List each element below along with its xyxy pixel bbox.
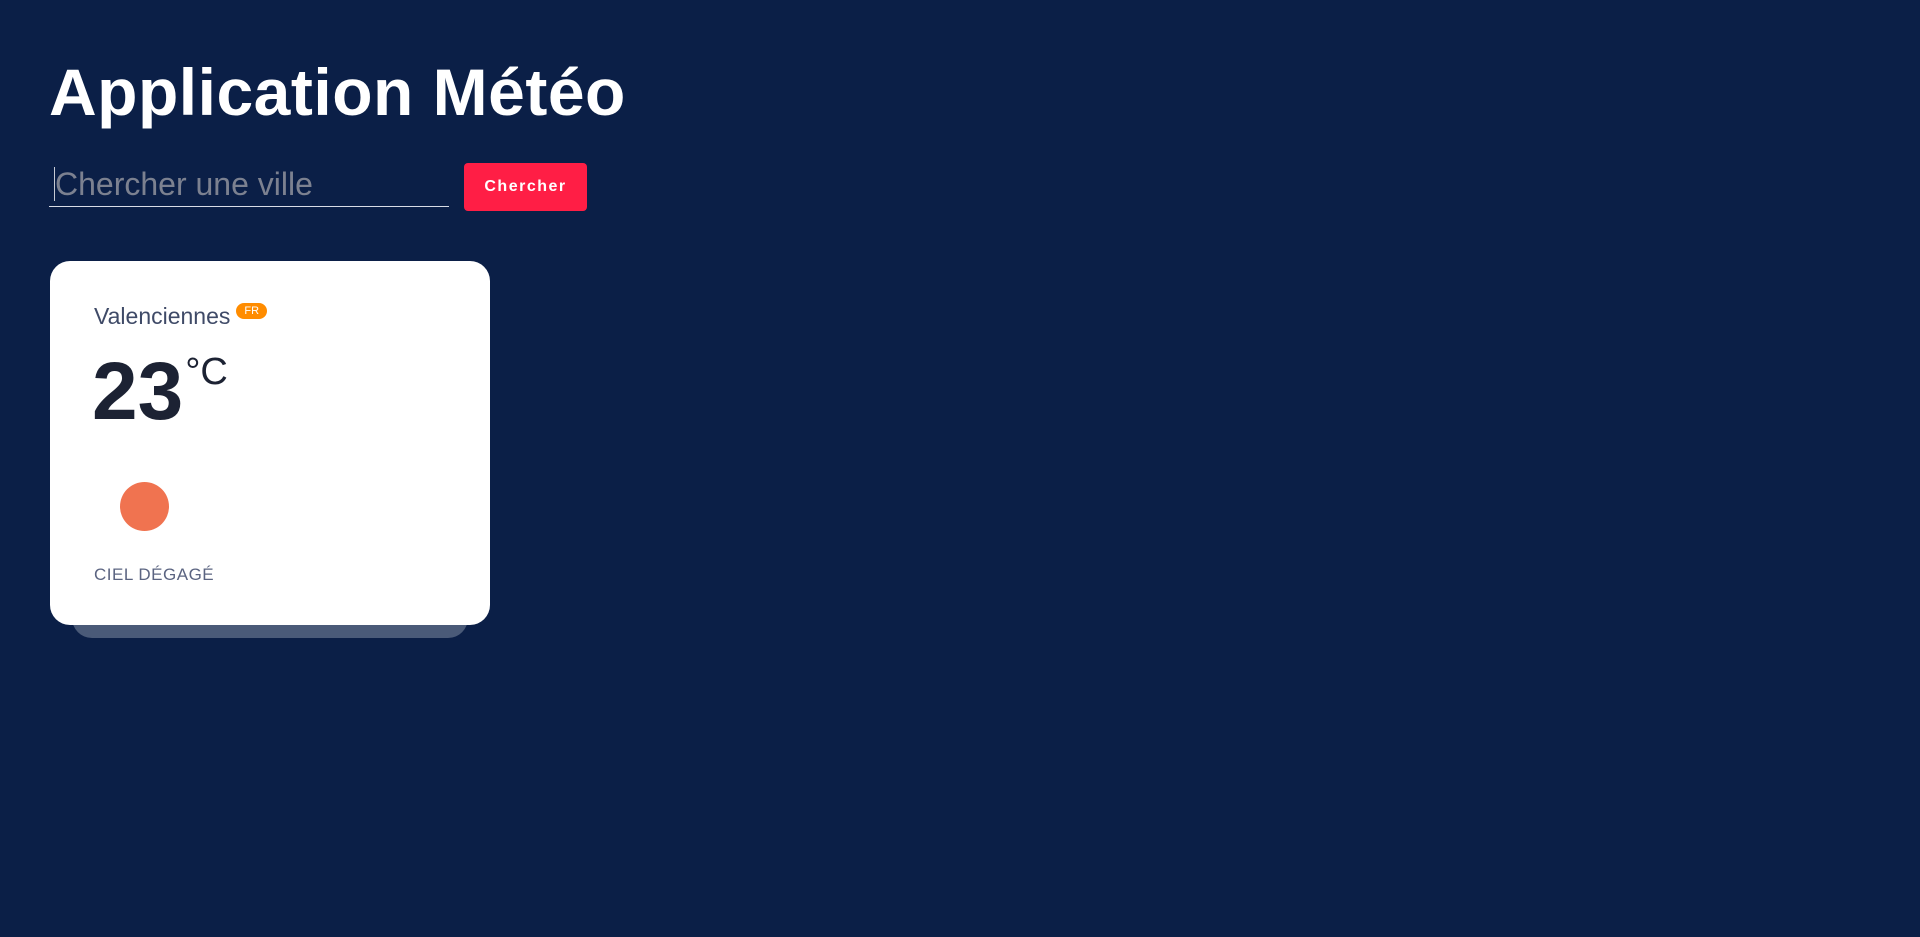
app-title: Application Météo (49, 55, 626, 129)
temperature-unit: °C (185, 351, 228, 393)
clear-sky-sun-icon (120, 482, 169, 531)
weather-description: CIEL DÉGAGÉ (94, 565, 215, 584)
city-row: Valenciennes FR (94, 301, 268, 331)
city-search-input[interactable] (49, 162, 449, 207)
weather-card: Valenciennes FR 23 °C CIEL DÉGAGÉ (50, 261, 490, 625)
text-cursor (54, 167, 55, 201)
weather-app-page: Application Météo Chercher Valenciennes … (0, 0, 1920, 937)
city-name: Valenciennes (94, 303, 231, 329)
temperature-row: 23 °C (92, 347, 228, 437)
search-button[interactable]: Chercher (464, 163, 587, 211)
country-badge: FR (236, 303, 268, 319)
temperature-value: 23 (92, 346, 184, 437)
search-form: Chercher (49, 162, 599, 212)
